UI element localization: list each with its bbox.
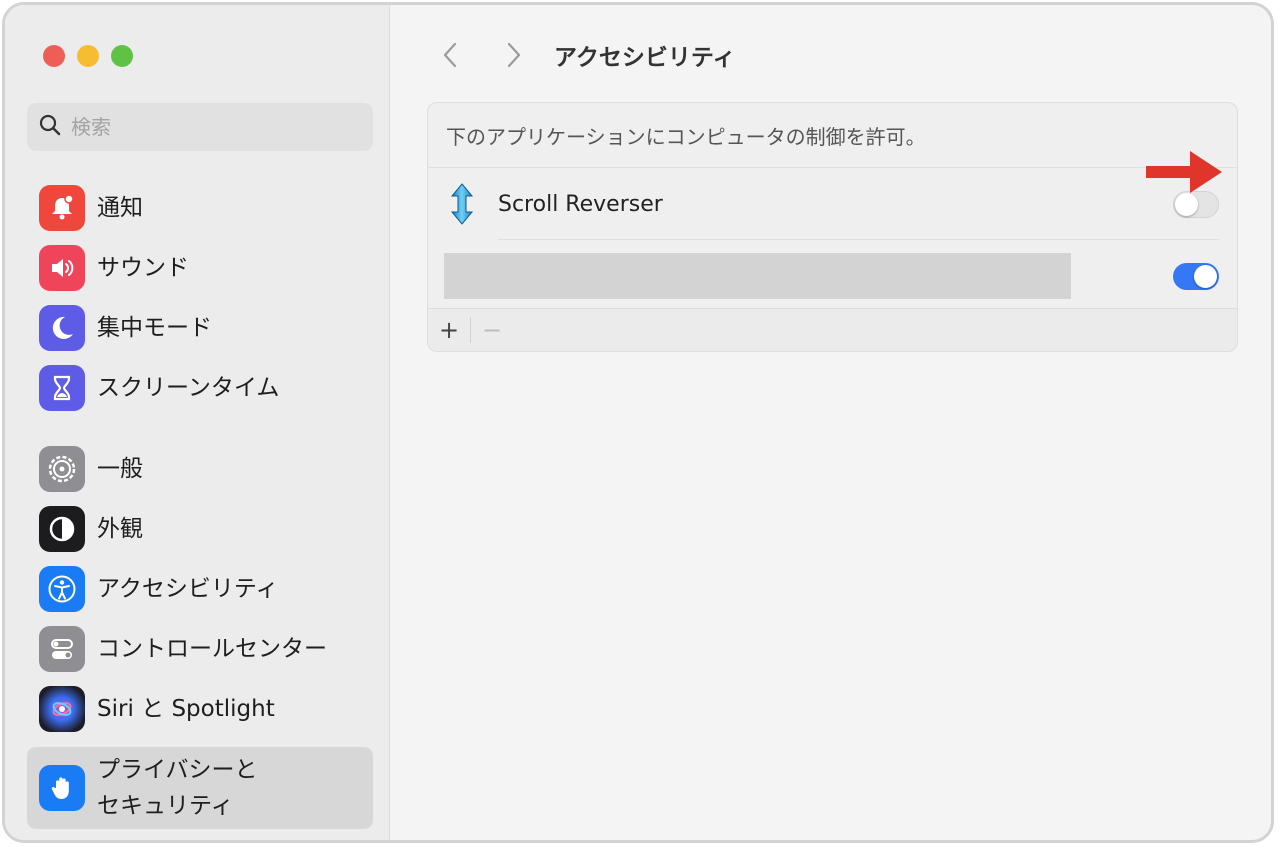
sidebar-item-label: 一般 xyxy=(97,456,143,482)
sidebar-item-notifications[interactable]: 通知 xyxy=(27,178,373,238)
toolbar: アクセシビリティ xyxy=(430,35,735,75)
search-input[interactable] xyxy=(69,114,353,140)
sidebar-item-label: サウンド xyxy=(97,255,189,281)
sidebar-item-siri-spotlight[interactable]: Siri と Spotlight xyxy=(27,679,373,739)
zoom-window-button[interactable] xyxy=(111,45,133,67)
sidebar-item-appearance[interactable]: 外観 xyxy=(27,499,373,559)
sidebar-group-notifications: 通知 サウンド 集中モード スクリーンタイム xyxy=(27,178,373,418)
chevron-left-icon xyxy=(443,42,457,68)
sidebar-item-label: プライバシーと セキュリティ xyxy=(97,757,258,819)
sidebar-item-screen-time[interactable]: スクリーンタイム xyxy=(27,358,373,418)
sidebar-item-general[interactable]: 一般 xyxy=(27,439,373,499)
app-permission-list: 下のアプリケーションにコンピュータの制御を許可。 Scroll Reverser… xyxy=(427,102,1238,352)
accessibility-icon xyxy=(39,566,85,612)
remove-app-button[interactable]: − xyxy=(471,309,513,351)
panel-description: 下のアプリケーションにコンピュータの制御を許可。 xyxy=(428,103,1237,168)
search-icon xyxy=(39,114,61,140)
chevron-right-icon xyxy=(507,42,521,68)
redacted-app-toggle[interactable] xyxy=(1173,262,1219,290)
sidebar-item-label: 外観 xyxy=(97,516,143,542)
settings-window: 通知 サウンド 集中モード スクリーンタイム xyxy=(2,2,1274,843)
close-window-button[interactable] xyxy=(43,45,65,67)
add-app-button[interactable]: + xyxy=(428,309,470,351)
sidebar-item-label: アクセシビリティ xyxy=(97,576,279,602)
sidebar-item-label: スクリーンタイム xyxy=(97,375,280,401)
moon-icon xyxy=(39,305,85,351)
scroll-reverser-app-icon xyxy=(446,182,478,226)
sidebar-item-focus[interactable]: 集中モード xyxy=(27,298,373,358)
bell-badge-icon xyxy=(39,185,85,231)
sidebar: 通知 サウンド 集中モード スクリーンタイム xyxy=(5,5,390,840)
minimize-window-button[interactable] xyxy=(77,45,99,67)
list-footer: + − xyxy=(428,308,1237,351)
toggle-knob xyxy=(1175,192,1198,216)
hand-icon xyxy=(39,765,85,811)
sidebar-item-label: 通知 xyxy=(97,195,143,221)
sidebar-item-privacy-security[interactable]: プライバシーと セキュリティ xyxy=(27,747,373,829)
sidebar-item-control-center[interactable]: コントロールセンター xyxy=(27,619,373,679)
forward-button[interactable] xyxy=(494,35,534,75)
sidebar-item-accessibility[interactable]: アクセシビリティ xyxy=(27,559,373,619)
traffic-lights xyxy=(43,45,133,67)
search-field[interactable] xyxy=(27,103,373,151)
sidebar-item-label: 集中モード xyxy=(97,315,212,341)
page-title: アクセシビリティ xyxy=(554,45,736,71)
list-item-redacted-app xyxy=(428,240,1237,312)
speaker-icon xyxy=(39,245,85,291)
toggle-knob xyxy=(1194,264,1217,288)
siri-icon xyxy=(39,686,85,732)
control-center-icon xyxy=(39,626,85,672)
main-content: アクセシビリティ 下のアプリケーションにコンピュータの制御を許可。 Scroll… xyxy=(390,5,1271,840)
sidebar-item-label: Siri と Spotlight xyxy=(97,696,275,722)
redacted-app-entry xyxy=(444,253,1071,299)
list-item-scroll-reverser: Scroll Reverser xyxy=(428,168,1237,240)
hourglass-icon xyxy=(39,365,85,411)
app-name: Scroll Reverser xyxy=(498,191,663,217)
sidebar-item-label: コントロールセンター xyxy=(97,636,327,662)
appearance-icon xyxy=(39,506,85,552)
gear-icon xyxy=(39,446,85,492)
red-arrow-annotation xyxy=(1146,151,1222,193)
sidebar-group-system: 一般 外観 アクセシビリティ コントロールセンター Siri と Spotlig… xyxy=(27,439,373,829)
sidebar-item-sound[interactable]: サウンド xyxy=(27,238,373,298)
back-button[interactable] xyxy=(430,35,470,75)
